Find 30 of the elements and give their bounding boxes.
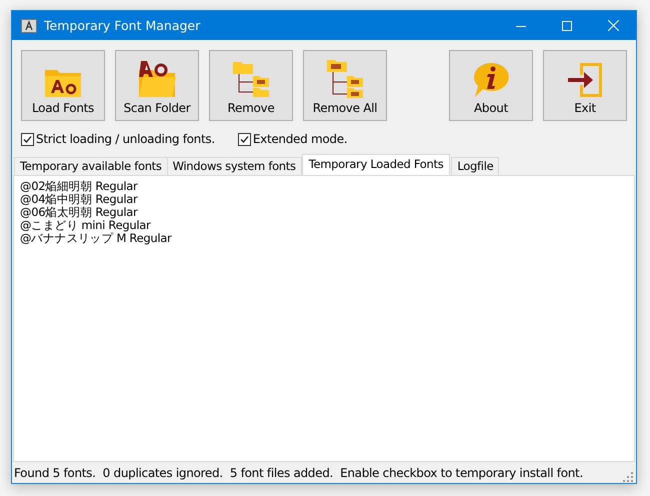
- status-text: Found 5 fonts. 0 duplicates ignored. 5 font files added. Enable checkbox to temporary install font.: [14, 466, 584, 480]
- toolbar-button[interactable]: Scan Folder: [115, 50, 199, 121]
- tab[interactable]: Temporary Loaded Fonts: [302, 154, 450, 175]
- app-icon: [21, 18, 37, 32]
- checkbox-label[interactable]: Strict loading / unloading fonts.: [36, 132, 215, 146]
- font-list-item[interactable]: @04焔中明朝 Regular: [20, 193, 138, 206]
- checkbox-label[interactable]: Extended mode.: [252, 132, 348, 146]
- toolbar-button[interactable]: About: [449, 50, 533, 121]
- toolbar-button[interactable]: Remove: [209, 50, 293, 121]
- tab[interactable]: Temporary available fonts: [14, 157, 168, 175]
- close-icon: [608, 20, 618, 31]
- font-list-item[interactable]: @06焔太明朝 Regular: [20, 206, 138, 219]
- info-icon: [472, 62, 510, 98]
- checkbox[interactable]: [238, 132, 251, 146]
- exit-door-icon: [566, 62, 604, 98]
- size-grip-icon[interactable]: [623, 472, 633, 482]
- toolbar-button[interactable]: Load Fonts: [21, 50, 105, 121]
- font-list-item[interactable]: @こまどり mini Regular: [20, 219, 150, 232]
- window-title: Temporary Font Manager: [44, 18, 202, 33]
- font-list-item[interactable]: @02焔細明朝 Regular: [20, 180, 138, 193]
- tab[interactable]: Logfile: [451, 157, 500, 175]
- checkbox[interactable]: [21, 132, 34, 146]
- toolbar-button[interactable]: Remove All: [303, 50, 387, 121]
- folder-tree-icon: [231, 60, 271, 98]
- toolbar-button[interactable]: Exit: [543, 50, 627, 121]
- folder-tree-icon: [325, 58, 365, 98]
- font-list-item[interactable]: @バナナスリップ M Regular: [20, 232, 172, 245]
- font-folder-icon: [137, 60, 177, 98]
- tab[interactable]: Windows system fonts: [166, 157, 302, 175]
- maximize-icon: [562, 20, 572, 30]
